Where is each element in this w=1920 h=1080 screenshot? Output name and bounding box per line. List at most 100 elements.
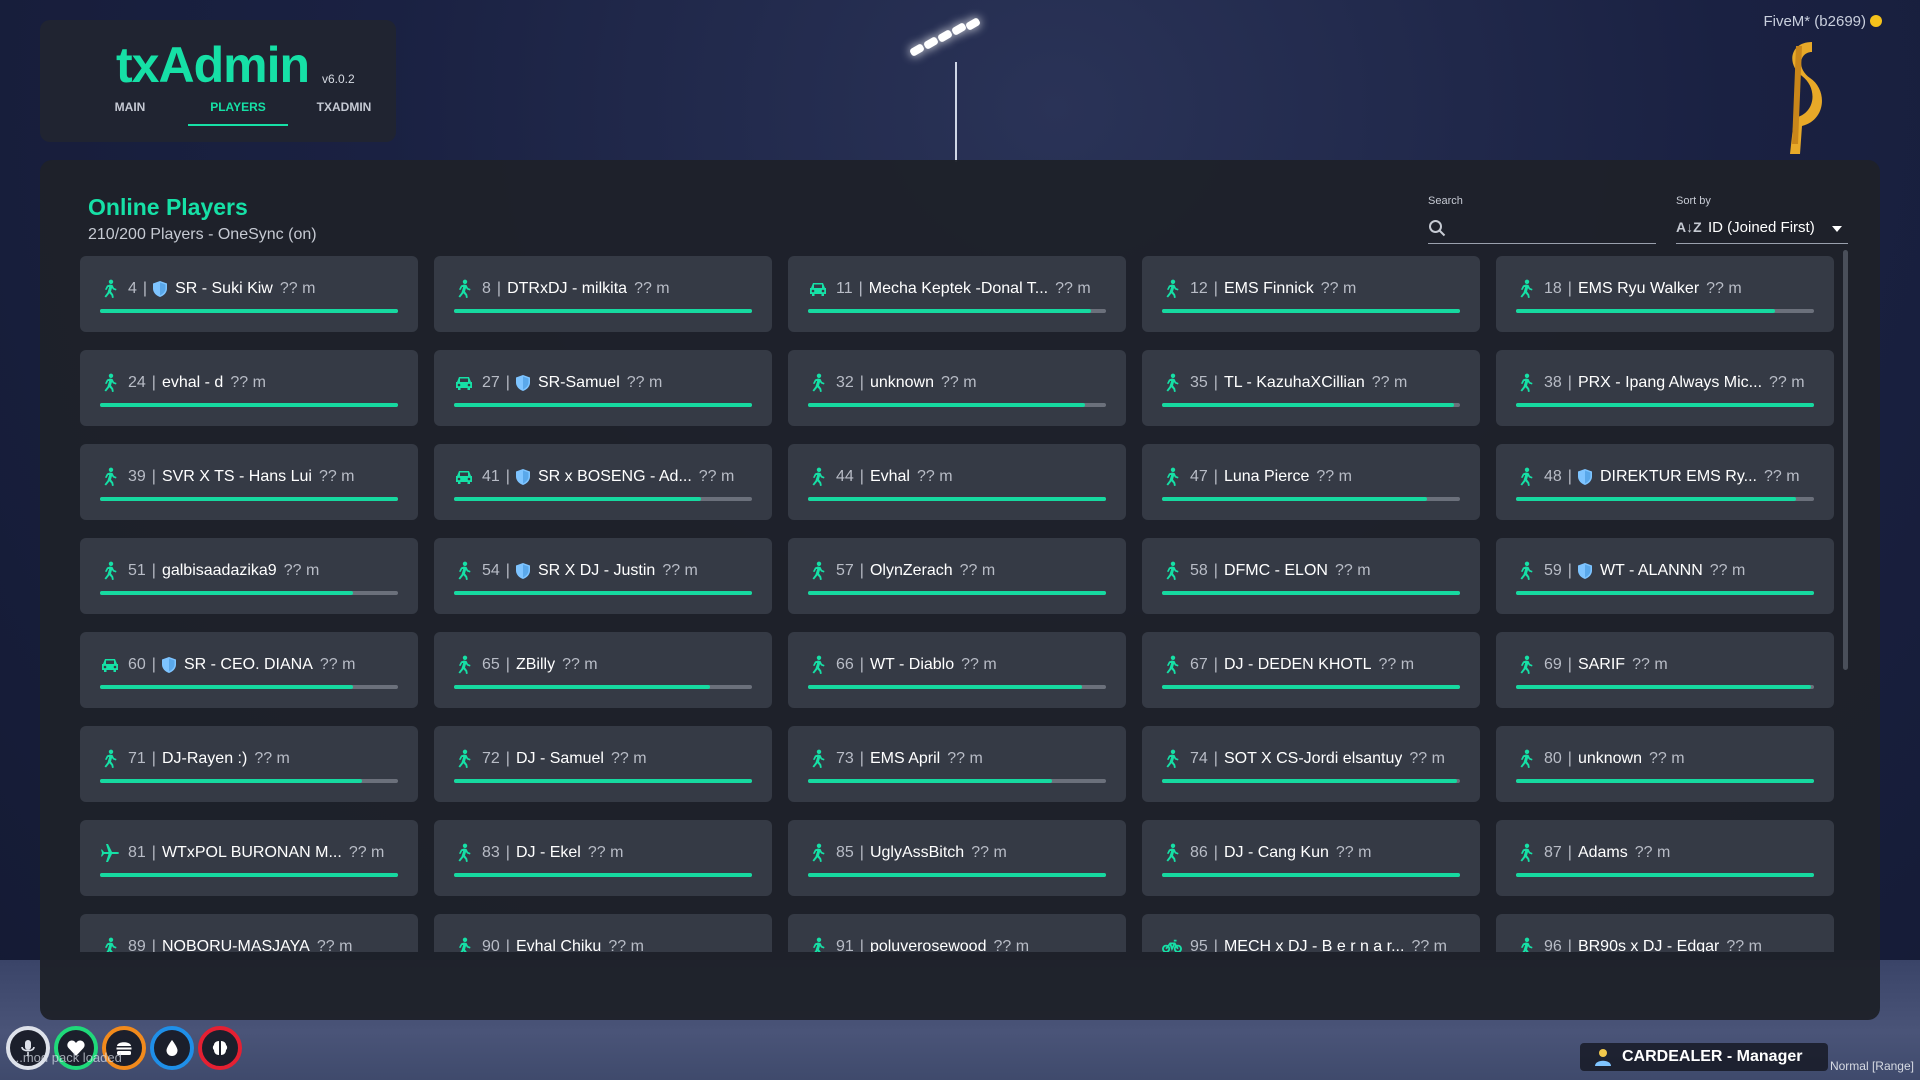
player-health-bar <box>1516 591 1814 595</box>
player-id-separator: | <box>859 562 864 579</box>
player-card[interactable]: 83 | DJ - Ekel ?? m <box>434 820 772 896</box>
player-card[interactable]: 32 | unknown ?? m <box>788 350 1126 426</box>
player-card[interactable]: 4 | SR - Suki Kiw ?? m <box>80 256 418 332</box>
player-card-line: 96 | BR90s x DJ - Edgar ?? m <box>1516 937 1814 952</box>
player-id-separator: | <box>1213 374 1218 391</box>
player-card[interactable]: 8 | DTRxDJ - milkita ?? m <box>434 256 772 332</box>
player-card[interactable]: 81 | WTxPOL BURONAN M... ?? m <box>80 820 418 896</box>
player-card[interactable]: 72 | DJ - Samuel ?? m <box>434 726 772 802</box>
player-card[interactable]: 65 | ZBilly ?? m <box>434 632 772 708</box>
player-card[interactable]: 96 | BR90s x DJ - Edgar ?? m <box>1496 914 1834 952</box>
player-distance: ?? m <box>1411 938 1448 952</box>
player-list-scrollbar[interactable] <box>1843 250 1848 670</box>
player-card[interactable]: 38 | PRX - Ipang Always Mic... ?? m <box>1496 350 1834 426</box>
player-card[interactable]: 59 | WT - ALANNN ?? m <box>1496 538 1834 614</box>
walking-person-icon <box>1516 843 1536 863</box>
player-card[interactable]: 95 | MECH x DJ - B e r n a r... ?? m <box>1142 914 1480 952</box>
tab-players[interactable]: PLAYERS <box>188 100 288 126</box>
player-card[interactable]: 11 | Mecha Keptek -Donal T... ?? m <box>788 256 1126 332</box>
player-card-line: 83 | DJ - Ekel ?? m <box>454 843 752 863</box>
player-card[interactable]: 44 | Evhal ?? m <box>788 444 1126 520</box>
player-card[interactable]: 24 | evhal - d ?? m <box>80 350 418 426</box>
player-card-line: 85 | UglyAssBitch ?? m <box>808 843 1106 863</box>
player-distance: ?? m <box>1055 280 1091 297</box>
player-id: 18 <box>1544 280 1562 297</box>
player-health-fill <box>1516 873 1814 877</box>
player-card[interactable]: 51 | galbisaadazika9 ?? m <box>80 538 418 614</box>
search-box[interactable] <box>1428 213 1656 244</box>
player-health-bar <box>1162 685 1460 689</box>
player-distance: ?? m <box>1335 844 1372 861</box>
player-card[interactable]: 12 | EMS Finnick ?? m <box>1142 256 1480 332</box>
player-card[interactable]: 69 | SARIF ?? m <box>1496 632 1834 708</box>
player-card[interactable]: 80 | unknown ?? m <box>1496 726 1834 802</box>
tab-txadmin[interactable]: TXADMIN <box>294 100 394 126</box>
player-health-bar <box>1516 403 1814 407</box>
player-health-bar <box>1516 309 1814 313</box>
sort-select[interactable]: A↓Z ID (Joined First) <box>1676 213 1848 244</box>
player-distance: ?? m <box>1764 468 1800 485</box>
player-card[interactable]: 89 | NOBORU-MASJAYA ?? m <box>80 914 418 952</box>
player-card[interactable]: 74 | SOT X CS-Jordi elsantuy ?? m <box>1142 726 1480 802</box>
player-card[interactable]: 71 | DJ-Rayen :) ?? m <box>80 726 418 802</box>
player-card[interactable]: 86 | DJ - Cang Kun ?? m <box>1142 820 1480 896</box>
player-health-bar <box>808 497 1106 501</box>
player-health-fill <box>1516 685 1812 689</box>
player-distance: ?? m <box>971 844 1007 861</box>
walking-person-icon <box>1162 749 1182 769</box>
admin-shield-icon <box>515 375 530 391</box>
player-card-line: 60 | SR - CEO. DIANA ?? m <box>100 655 398 675</box>
player-card[interactable]: 48 | DIREKTUR EMS Ry... ?? m <box>1496 444 1834 520</box>
player-card[interactable]: 85 | UglyAssBitch ?? m <box>788 820 1126 896</box>
walking-person-icon <box>454 279 474 299</box>
player-card[interactable]: 35 | TL - KazuhaXCillian ?? m <box>1142 350 1480 426</box>
player-distance: ?? m <box>1632 656 1668 673</box>
player-card[interactable]: 27 | SR-Samuel ?? m <box>434 350 772 426</box>
player-id-separator: | <box>859 374 864 391</box>
player-id-separator: | <box>1213 562 1218 579</box>
player-card-line: 18 | EMS Ryu Walker ?? m <box>1516 279 1814 299</box>
player-card-line: 91 | poluverosewood ?? m <box>808 937 1106 952</box>
player-card[interactable]: 57 | OlynZerach ?? m <box>788 538 1126 614</box>
player-health-bar <box>454 591 752 595</box>
player-card[interactable]: 54 | SR X DJ - Justin ?? m <box>434 538 772 614</box>
player-card[interactable]: 67 | DJ - DEDEN KHOTL ?? m <box>1142 632 1480 708</box>
menu-tabs: MAIN PLAYERS TXADMIN <box>40 100 396 126</box>
player-card[interactable]: 66 | WT - Diablo ?? m <box>788 632 1126 708</box>
player-distance: ?? m <box>1709 562 1746 579</box>
player-health-fill <box>454 403 752 407</box>
walking-person-icon <box>1162 279 1182 299</box>
player-card-line: 24 | evhal - d ?? m <box>100 373 398 393</box>
player-id-separator: | <box>1213 938 1218 952</box>
player-card[interactable]: 58 | DFMC - ELON ?? m <box>1142 538 1480 614</box>
player-card[interactable]: 87 | Adams ?? m <box>1496 820 1834 896</box>
tab-main[interactable]: MAIN <box>102 100 158 126</box>
player-card-line: 71 | DJ-Rayen :) ?? m <box>100 749 398 769</box>
walking-person-icon <box>1516 937 1536 952</box>
player-card[interactable]: 18 | EMS Ryu Walker ?? m <box>1496 256 1834 332</box>
player-card-line: 41 | SR x BOSENG - Ad... ?? m <box>454 467 752 487</box>
player-card[interactable]: 39 | SVR X TS - Hans Lui ?? m <box>80 444 418 520</box>
player-id-separator: | <box>151 374 156 391</box>
player-card-line: 89 | NOBORU-MASJAYA ?? m <box>100 937 398 952</box>
player-id-separator: | <box>1567 562 1572 579</box>
player-id-separator: | <box>151 938 156 952</box>
player-id-separator: | <box>859 468 864 485</box>
player-card-line: 72 | DJ - Samuel ?? m <box>454 749 752 769</box>
player-id: 96 <box>1544 938 1562 952</box>
player-name: DJ - DEDEN KHOTL <box>1223 656 1372 673</box>
player-card[interactable]: 91 | poluverosewood ?? m <box>788 914 1126 952</box>
search-input[interactable] <box>1454 217 1653 236</box>
player-id: 69 <box>1544 656 1562 673</box>
player-health-bar <box>1516 685 1814 689</box>
background-streetlight <box>908 17 990 60</box>
player-health-bar <box>454 497 752 501</box>
voice-range-label: Normal [Range] <box>1829 1059 1914 1073</box>
player-card[interactable]: 41 | SR x BOSENG - Ad... ?? m <box>434 444 772 520</box>
player-count-subtitle: 210/200 Players - OneSync (on) <box>88 226 317 243</box>
player-card[interactable]: 60 | SR - CEO. DIANA ?? m <box>80 632 418 708</box>
player-card[interactable]: 47 | Luna Pierce ?? m <box>1142 444 1480 520</box>
admin-shield-icon <box>515 469 530 485</box>
player-card[interactable]: 73 | EMS April ?? m <box>788 726 1126 802</box>
player-card[interactable]: 90 | Evhal Chiku ?? m <box>434 914 772 952</box>
